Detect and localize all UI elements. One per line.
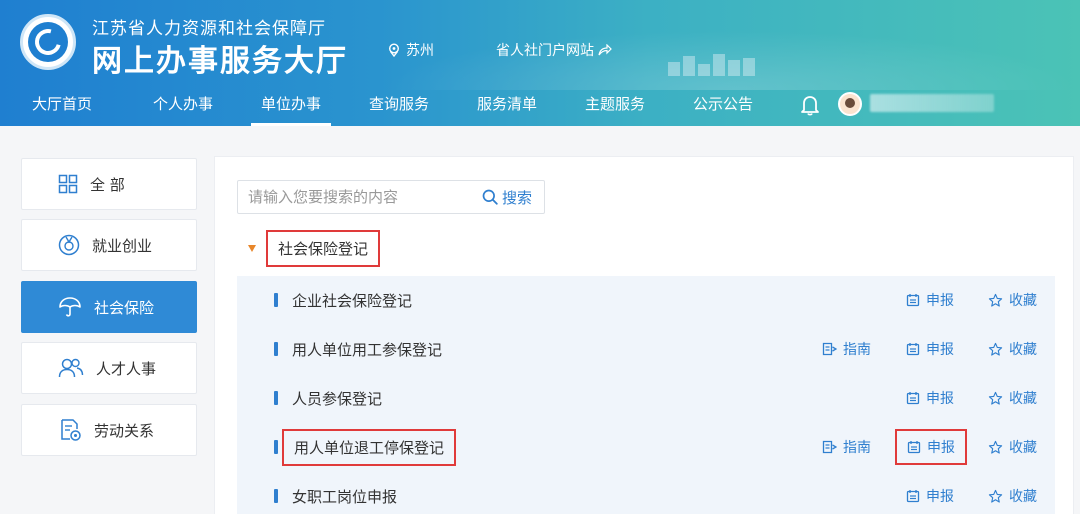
favorite-label: 收藏 — [1009, 342, 1037, 358]
section-header[interactable]: 社会保险登记 — [248, 229, 381, 267]
caret-down-icon — [248, 244, 256, 252]
apply-button[interactable]: 申报 — [895, 429, 967, 465]
service-row: 用人单位退工停保登记 指南 申报 收藏 — [237, 423, 1055, 471]
share-arrow-icon — [598, 44, 612, 56]
favorite-button[interactable]: 收藏 — [988, 486, 1037, 506]
apply-button[interactable]: 申报 — [906, 388, 954, 408]
calendar-icon — [907, 441, 921, 454]
calendar-icon — [906, 343, 920, 356]
service-name[interactable]: 用人单位用工参保登记 — [292, 339, 442, 360]
umbrella-icon — [59, 297, 81, 317]
star-icon — [988, 293, 1003, 307]
service-row: 女职工岗位申报 申报 收藏 — [237, 472, 1055, 514]
guide-doc-icon — [822, 342, 837, 356]
calendar-icon — [906, 294, 920, 307]
sidebar-item-label: 全 部 — [90, 175, 125, 194]
favorite-button[interactable]: 收藏 — [988, 388, 1037, 408]
location-pin-icon — [388, 43, 400, 57]
favorite-label: 收藏 — [1009, 489, 1037, 505]
apply-label: 申报 — [926, 489, 954, 505]
apply-button[interactable]: 申报 — [906, 486, 954, 506]
document-icon — [61, 419, 81, 441]
sidebar-item-label: 人才人事 — [96, 359, 157, 378]
apply-button[interactable]: 申报 — [906, 339, 954, 359]
sidebar-item-label: 就业创业 — [92, 236, 153, 255]
service-row: 用人单位用工参保登记 指南 申报 收藏 — [237, 325, 1055, 373]
guide-label: 指南 — [843, 440, 871, 456]
calendar-icon — [906, 490, 920, 503]
favorite-label: 收藏 — [1009, 293, 1037, 309]
portal-link-label: 省人社门户网站 — [496, 43, 594, 59]
bell-icon[interactable] — [800, 94, 820, 116]
search-icon — [482, 189, 498, 205]
guide-label: 指南 — [843, 342, 871, 358]
sidebar-item-label: 劳动关系 — [94, 421, 155, 440]
sidebar-item-all[interactable]: 全 部 — [21, 158, 197, 210]
nav-personal[interactable]: 个人办事 — [151, 86, 215, 126]
favorite-button[interactable]: 收藏 — [988, 437, 1037, 457]
favorite-button[interactable]: 收藏 — [988, 339, 1037, 359]
nav-notices[interactable]: 公示公告 — [691, 86, 755, 126]
star-icon — [988, 489, 1003, 503]
people-icon — [58, 358, 84, 378]
row-marker — [274, 440, 278, 454]
section-title: 社会保险登记 — [266, 229, 381, 267]
medal-icon — [58, 234, 80, 256]
search-box: 搜索 — [237, 180, 545, 214]
calendar-icon — [906, 392, 920, 405]
user-avatar[interactable] — [838, 92, 862, 116]
favorite-button[interactable]: 收藏 — [988, 290, 1037, 310]
portal-link[interactable]: 省人社门户网站 — [496, 40, 612, 60]
nav-query[interactable]: 查询服务 — [367, 86, 431, 126]
nav-service-list[interactable]: 服务清单 — [475, 86, 539, 126]
row-marker — [274, 342, 278, 356]
location-selector[interactable]: 苏州 — [388, 40, 434, 60]
location-label: 苏州 — [406, 43, 434, 59]
row-marker — [274, 391, 278, 405]
apply-button[interactable]: 申报 — [906, 290, 954, 310]
sidebar-item-social-insurance[interactable]: 社会保险 — [21, 281, 197, 333]
search-button[interactable]: 搜索 — [482, 181, 546, 213]
star-icon — [988, 440, 1003, 454]
sidebar-item-talent[interactable]: 人才人事 — [21, 342, 197, 394]
logo-emblem — [28, 22, 68, 62]
guide-button[interactable]: 指南 — [822, 437, 871, 457]
buildings-illustration — [668, 50, 758, 76]
username-redacted[interactable] — [870, 94, 994, 112]
service-name[interactable]: 女职工岗位申报 — [292, 486, 397, 507]
row-marker — [274, 293, 278, 307]
service-name[interactable]: 用人单位退工停保登记 — [282, 428, 457, 466]
service-name[interactable]: 企业社会保险登记 — [292, 290, 412, 311]
guide-doc-icon — [822, 440, 837, 454]
sidebar-item-labor-relations[interactable]: 劳动关系 — [21, 404, 197, 456]
site-title[interactable]: 网上办事服务大厅 — [92, 36, 348, 80]
row-marker — [274, 489, 278, 503]
guide-button[interactable]: 指南 — [822, 339, 871, 359]
service-row: 人员参保登记 申报 收藏 — [237, 374, 1055, 422]
nav-theme[interactable]: 主题服务 — [583, 86, 647, 126]
service-name[interactable]: 人员参保登记 — [292, 388, 382, 409]
favorite-label: 收藏 — [1009, 391, 1037, 407]
service-row: 企业社会保险登记 申报 收藏 — [237, 276, 1055, 324]
apply-label: 申报 — [926, 293, 954, 309]
nav-employer[interactable]: 单位办事 — [251, 86, 331, 126]
favorite-label: 收藏 — [1009, 440, 1037, 456]
grid-icon — [58, 174, 78, 194]
service-list: 企业社会保险登记 申报 收藏 用人单位用工参保登记 指南 申报 收藏 人员参保登… — [237, 276, 1055, 514]
apply-label: 申报 — [927, 440, 955, 456]
star-icon — [988, 342, 1003, 356]
search-button-label: 搜索 — [502, 188, 533, 207]
nav-home[interactable]: 大厅首页 — [30, 86, 94, 126]
sidebar-item-employment[interactable]: 就业创业 — [21, 219, 197, 271]
apply-label: 申报 — [926, 391, 954, 407]
sidebar-item-label: 社会保险 — [94, 298, 155, 317]
site-logo[interactable] — [20, 14, 76, 70]
star-icon — [988, 391, 1003, 405]
apply-label: 申报 — [926, 342, 954, 358]
search-input[interactable] — [238, 181, 474, 213]
